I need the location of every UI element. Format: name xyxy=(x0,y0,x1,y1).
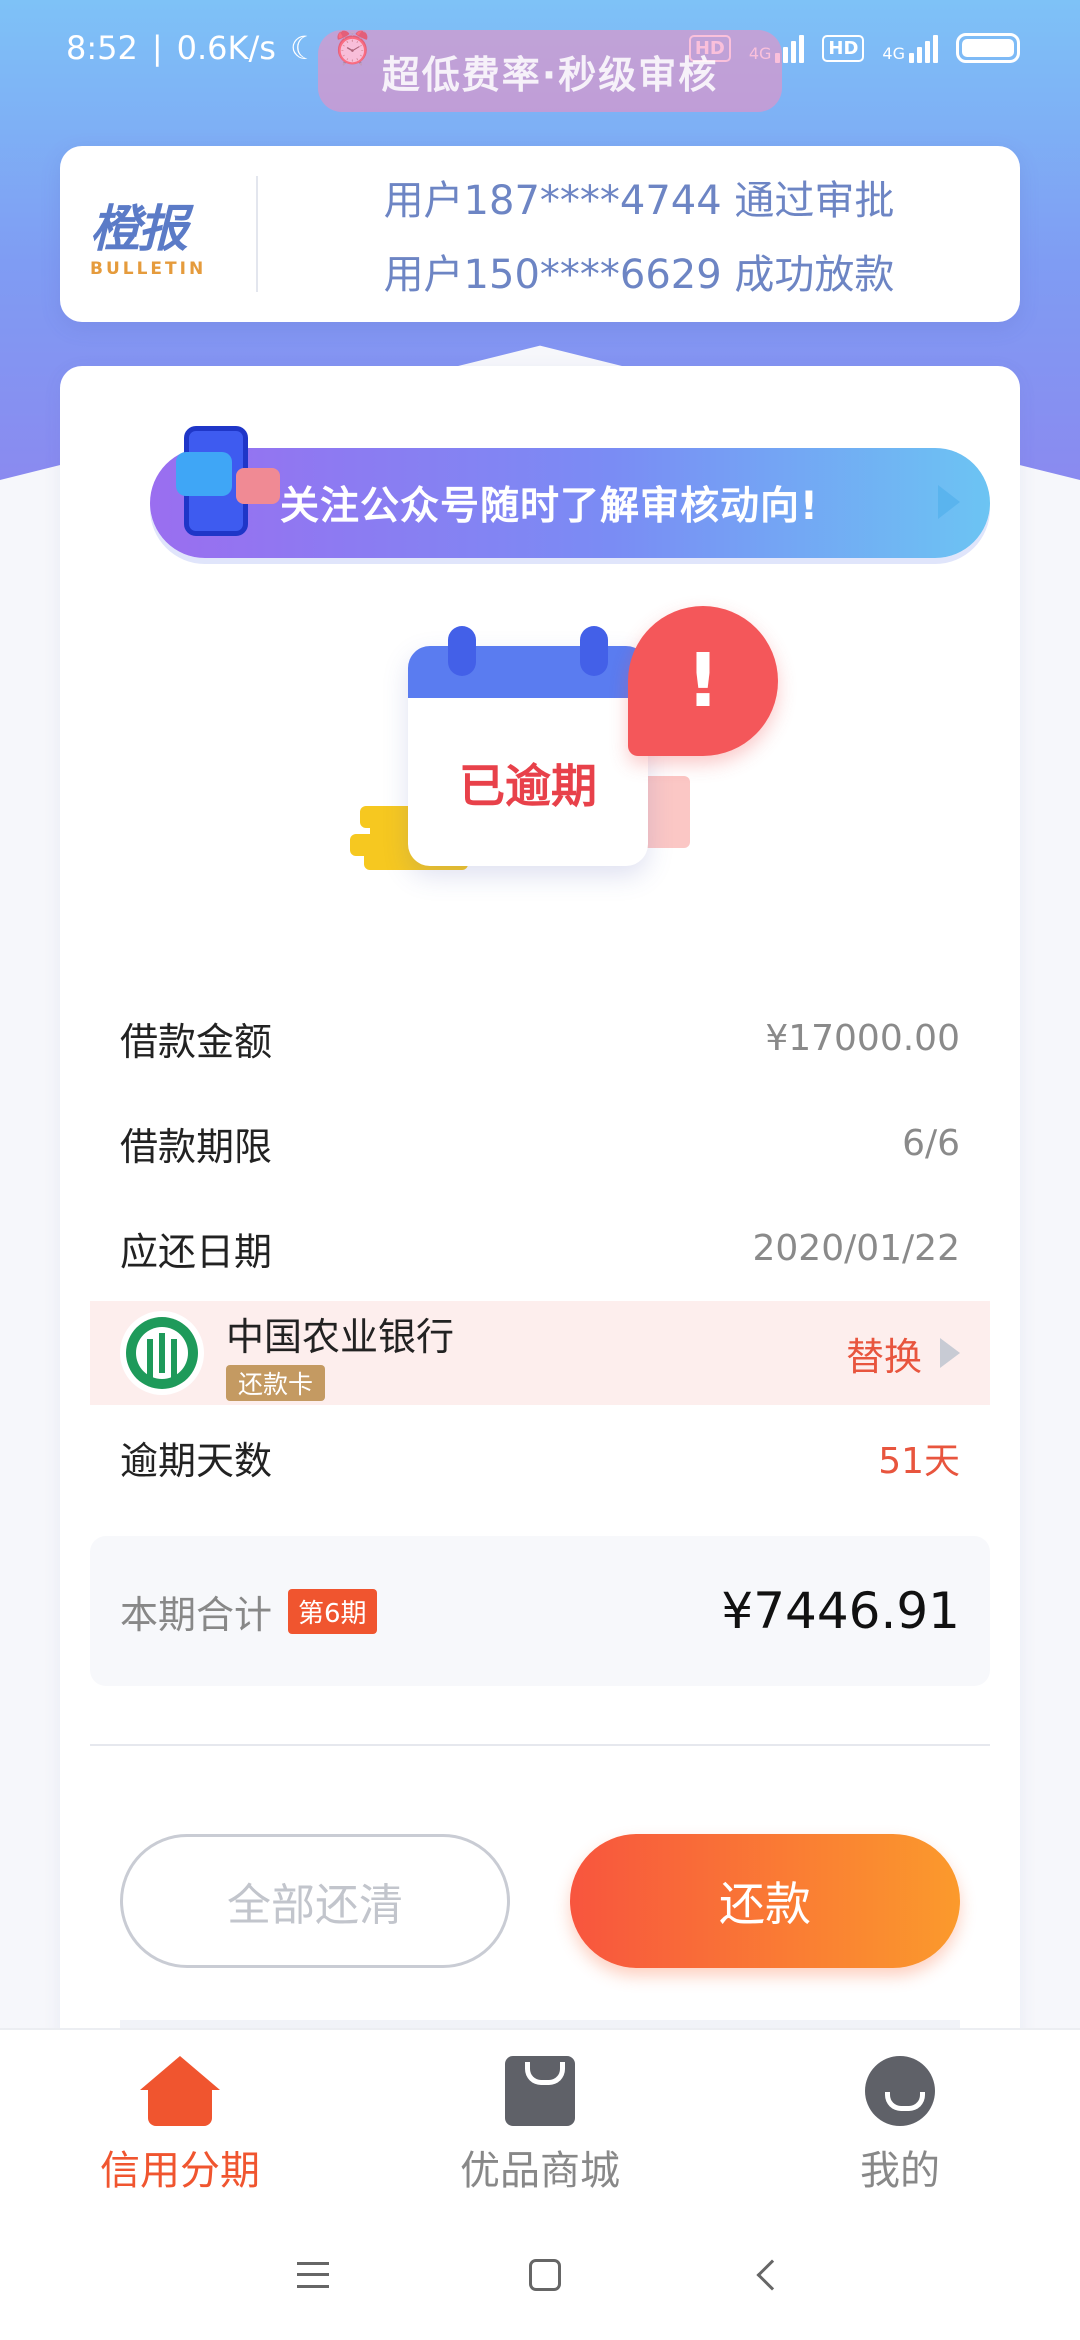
status-separator: | xyxy=(151,29,163,67)
back-icon[interactable] xyxy=(756,2259,788,2291)
bulletin-logo: 橙报 BULLETIN xyxy=(60,189,236,279)
network-type-2: 4G xyxy=(882,44,905,63)
repayment-card-row[interactable]: 中国农业银行 还款卡 替换 xyxy=(90,1301,990,1405)
tab-credit-installment[interactable]: 信用分期 xyxy=(0,2030,360,2210)
hd-badge-2: HD xyxy=(822,34,865,62)
period-total: 本期合计 第6期 ¥7446.91 xyxy=(90,1536,990,1686)
status-time: 8:52 xyxy=(66,29,138,67)
replace-card-label: 替换 xyxy=(845,1334,922,1379)
bulletin-messages: 用户187****4744 通过审批 用户150****6629 成功放款 xyxy=(258,168,1020,300)
loan-amount-row: 借款金额 ¥17000.00 xyxy=(60,986,1020,1091)
signal-icon-2: 4G xyxy=(882,33,938,63)
bottom-tab-bar: 信用分期 优品商城 我的 xyxy=(0,2028,1080,2210)
bulletin-logo-subtitle: BULLETIN xyxy=(90,259,207,279)
shopping-bag-icon xyxy=(505,2056,575,2126)
repayment-card-tag: 还款卡 xyxy=(226,1364,326,1401)
overdue-days-row: 逾期天数 51天 xyxy=(60,1405,1020,1510)
period-badge: 第6期 xyxy=(288,1588,377,1634)
bank-logo-icon xyxy=(120,1311,204,1395)
loan-amount-label: 借款金额 xyxy=(120,1020,273,1064)
chat-bubble-icon-2 xyxy=(236,468,280,504)
overdue-days-value: 51天 xyxy=(878,1440,960,1482)
follow-official-account-banner[interactable]: 关注公众号随时了解审核动向! xyxy=(150,448,990,558)
menu-icon[interactable] xyxy=(297,2262,329,2288)
chat-bubble-icon xyxy=(176,452,232,496)
loan-detail-card: 关注公众号随时了解审核动向! 已逾期 ! 借款金额 ¥17000.00 借款期限… xyxy=(60,366,1020,2066)
home-square-icon[interactable] xyxy=(529,2259,561,2291)
bulletin-line: 用户150****6629 成功放款 xyxy=(383,252,895,298)
replace-card-button[interactable]: 替换 xyxy=(846,1326,960,1381)
battery-icon xyxy=(956,33,1020,63)
loan-amount-value: ¥17000.00 xyxy=(765,1018,960,1059)
due-date-label: 应还日期 xyxy=(120,1230,273,1274)
overdue-days-label: 逾期天数 xyxy=(120,1439,273,1483)
follow-banner-text: 关注公众号随时了解审核动向! xyxy=(280,484,819,529)
divider xyxy=(90,1744,990,1746)
due-date-row: 应还日期 2020/01/22 xyxy=(60,1196,1020,1301)
repay-button[interactable]: 还款 xyxy=(570,1834,960,1968)
due-date-value: 2020/01/22 xyxy=(752,1228,961,1269)
tab-mall[interactable]: 优品商城 xyxy=(360,2030,720,2210)
bank-name: 中国农业银行 xyxy=(226,1314,455,1359)
loan-term-row: 借款期限 6/6 xyxy=(60,1091,1020,1196)
tab-mine[interactable]: 我的 xyxy=(720,2030,1080,2210)
overdue-illustration: 已逾期 ! xyxy=(350,606,778,896)
repay-all-button[interactable]: 全部还清 xyxy=(120,1834,510,1968)
tab-label: 我的 xyxy=(860,2148,940,2194)
chevron-right-icon xyxy=(940,1338,960,1368)
period-total-label: 本期合计 xyxy=(120,1592,273,1637)
promo-banner[interactable]: 超低费率·秒级审核 xyxy=(318,30,782,112)
tab-label: 信用分期 xyxy=(100,2148,260,2194)
calendar-icon: 已逾期 xyxy=(408,626,648,866)
loan-term-value: 6/6 xyxy=(902,1123,960,1164)
system-navigation-bar xyxy=(0,2210,1080,2340)
moon-icon: ☾ xyxy=(289,29,319,67)
overdue-status-text: 已逾期 xyxy=(459,759,597,813)
play-arrow-icon xyxy=(938,485,960,519)
loan-info-list: 借款金额 ¥17000.00 借款期限 6/6 应还日期 2020/01/22 … xyxy=(60,986,1020,1510)
tab-label: 优品商城 xyxy=(460,2148,620,2194)
alert-icon: ! xyxy=(628,606,778,756)
bank-info: 中国农业银行 还款卡 xyxy=(226,1306,454,1401)
home-icon xyxy=(138,2056,222,2126)
loan-term-label: 借款期限 xyxy=(120,1125,273,1169)
status-net-speed: 0.6K/s xyxy=(176,29,276,67)
bulletin-line: 用户187****4744 通过审批 xyxy=(383,178,895,224)
bulletin-logo-title: 橙报 xyxy=(90,199,188,258)
period-total-amount: ¥7446.91 xyxy=(721,1582,960,1640)
profile-icon xyxy=(865,2056,935,2126)
bulletin-card: 橙报 BULLETIN 用户187****4744 通过审批 用户150****… xyxy=(60,146,1020,322)
